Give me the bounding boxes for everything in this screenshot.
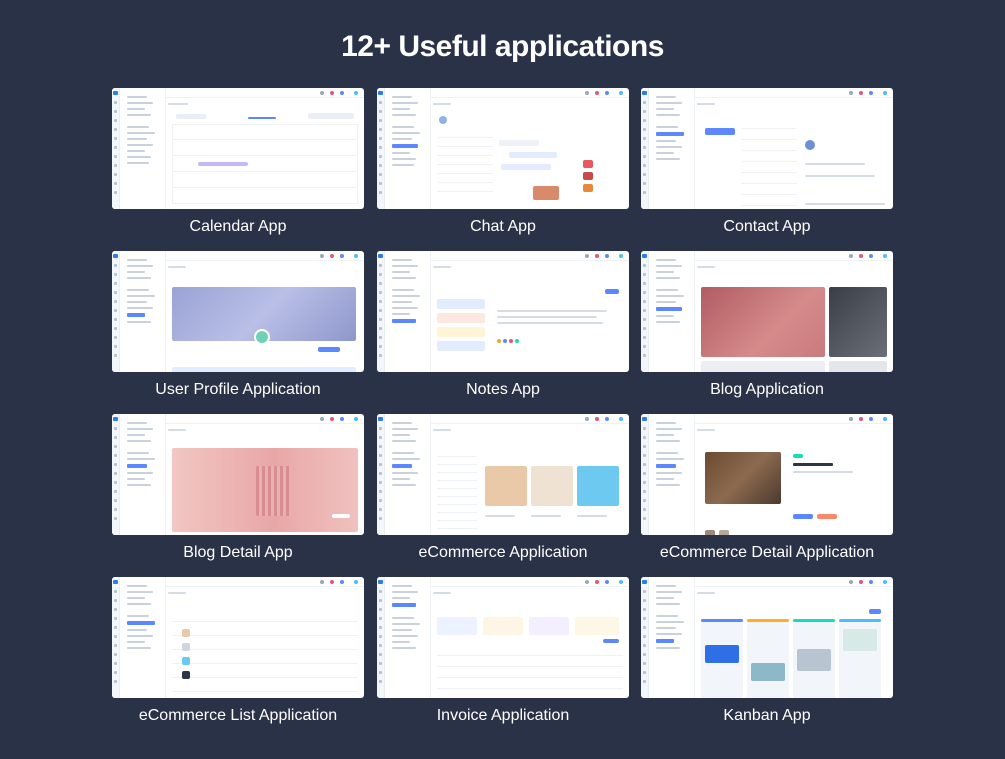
ecommerce-app-screenshot[interactable] [377, 414, 629, 535]
app-card-user-profile[interactable]: User Profile Application [112, 251, 364, 398]
blog-app-screenshot[interactable] [641, 251, 893, 372]
page-title: 12+ Useful applications [341, 30, 664, 63]
app-card-invoice[interactable]: Invoice Application [377, 577, 629, 724]
app-title: Blog Application [710, 381, 824, 398]
app-card-kanban[interactable]: Kanban App [641, 577, 893, 724]
user-profile-app-screenshot[interactable] [112, 251, 364, 372]
ecommerce-detail-app-screenshot[interactable] [641, 414, 893, 535]
app-title: eCommerce Application [418, 544, 588, 561]
app-title: Notes App [466, 381, 540, 398]
app-card-notes[interactable]: Notes App [377, 251, 629, 398]
app-title: Blog Detail App [183, 544, 293, 561]
app-card-blog[interactable]: Blog Application [641, 251, 893, 398]
notes-app-screenshot[interactable] [377, 251, 629, 372]
blog-detail-app-screenshot[interactable] [112, 414, 364, 535]
app-card-calendar[interactable]: Calendar App [112, 88, 364, 235]
app-card-ecommerce[interactable]: eCommerce Application [377, 414, 629, 561]
app-card-ecommerce-list[interactable]: eCommerce List Application [112, 577, 364, 724]
app-card-contact[interactable]: Contact App [641, 88, 893, 235]
app-title: eCommerce List Application [138, 707, 338, 724]
calendar-app-screenshot[interactable] [112, 88, 364, 209]
app-title: User Profile Application [155, 381, 321, 398]
app-title: Kanban App [723, 707, 811, 724]
app-title: Contact App [723, 218, 811, 235]
app-title: Invoice Application [436, 707, 570, 724]
chat-app-screenshot[interactable] [377, 88, 629, 209]
app-card-ecommerce-detail[interactable]: eCommerce Detail Application [641, 414, 893, 561]
ecommerce-list-app-screenshot[interactable] [112, 577, 364, 698]
contact-app-screenshot[interactable] [641, 88, 893, 209]
app-title: Calendar App [189, 218, 287, 235]
kanban-app-screenshot[interactable] [641, 577, 893, 698]
app-card-blog-detail[interactable]: Blog Detail App [112, 414, 364, 561]
app-card-chat[interactable]: Chat App [377, 88, 629, 235]
app-title: eCommerce Detail Application [659, 544, 875, 561]
invoice-app-screenshot[interactable] [377, 577, 629, 698]
app-title: Chat App [470, 218, 536, 235]
